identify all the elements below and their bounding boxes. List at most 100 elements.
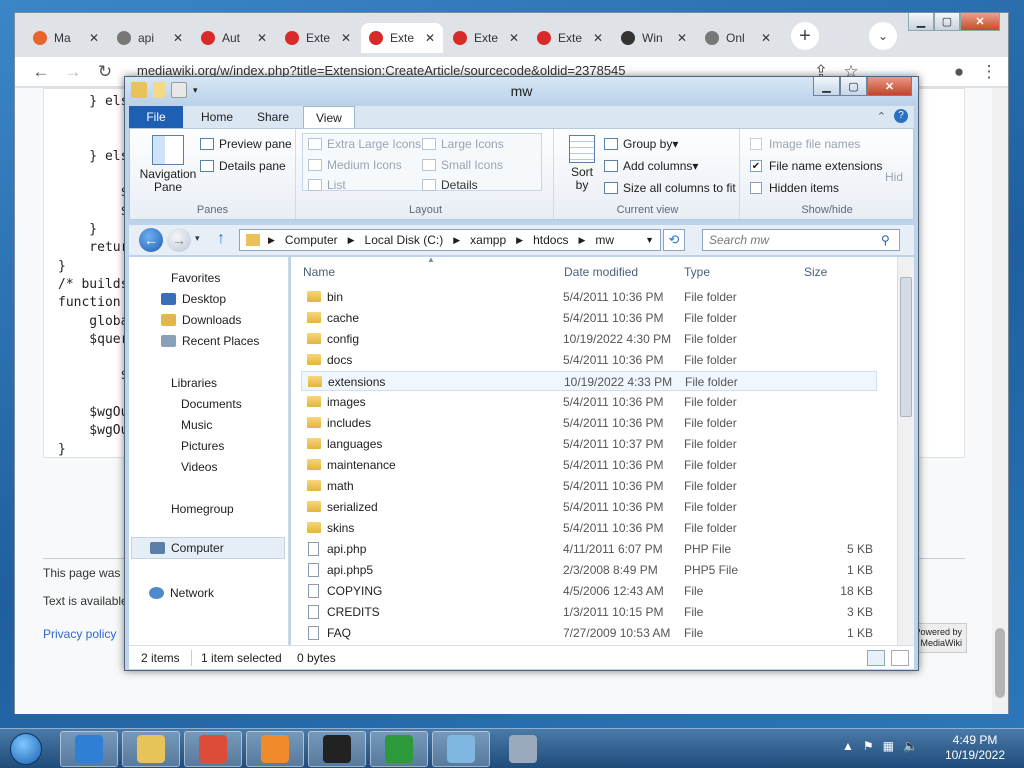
file-row[interactable]: maintenance 5/4/2011 10:36 PM File folder [301,455,877,475]
taskbar-app-button[interactable] [184,731,242,767]
refresh-icon[interactable]: ⟲ [663,229,685,251]
close-tab-icon[interactable]: ✕ [257,31,267,45]
browser-tab[interactable]: api ✕ [109,23,191,53]
taskbar-app-button[interactable] [432,731,490,767]
nav-homegroup[interactable]: Homegroup [171,502,234,516]
browser-tab[interactable]: Exte ✕ [277,23,359,53]
tab-file[interactable]: File [129,106,183,128]
file-row[interactable]: extensions 10/19/2022 4:33 PM File folder [301,371,877,391]
file-row[interactable]: includes 5/4/2011 10:36 PM File folder [301,413,877,433]
column-size[interactable]: Size [804,265,827,279]
large-icons-view-icon[interactable] [891,650,909,666]
breadcrumb-computer[interactable]: Computer [285,233,338,247]
close-tab-icon[interactable]: ✕ [509,31,519,45]
breadcrumb-local-disk[interactable]: Local Disk (C:) [365,233,444,247]
group-by-button[interactable]: Group by ▾ [604,137,678,151]
browser-tab[interactable]: Aut ✕ [193,23,275,53]
nav-favorites[interactable]: Favorites [171,271,220,285]
hide-selected-button[interactable]: Hid [885,170,903,184]
close-button[interactable]: ✕ [867,77,912,96]
navigation-pane-button[interactable]: Navigation Pane [138,135,198,194]
taskbar-app-button[interactable] [370,731,428,767]
tab-search-button[interactable]: ⌄ [869,22,897,50]
address-bar[interactable]: ▶ Computer ▶ Local Disk (C:) ▶ xampp ▶ h… [239,229,661,251]
tab-share[interactable]: Share [245,106,301,128]
file-row[interactable]: api.php 4/11/2011 6:07 PM PHP File 5 KB [301,539,877,559]
browser-tab[interactable]: Win ✕ [613,23,695,53]
new-tab-button[interactable]: + [791,22,819,50]
minimize-button[interactable]: ▁ [908,13,934,31]
breadcrumb-htdocs[interactable]: htdocs [533,233,568,247]
nav-recent-places[interactable]: Recent Places [161,334,259,348]
show-hidden-icons[interactable]: ▲ [842,739,854,753]
nav-pictures[interactable]: Pictures [181,439,224,453]
taskbar-app-button[interactable] [246,731,304,767]
network-icon[interactable]: ▦ [883,739,894,753]
taskbar-app-button[interactable] [308,731,366,767]
forward-arrow-icon[interactable]: → [167,228,191,252]
file-name-extensions-checkbox[interactable]: ✔ File name extensions [750,159,882,173]
large-icons-option[interactable]: Large Icons [422,137,504,151]
nav-desktop[interactable]: Desktop [161,292,226,306]
minimize-ribbon-icon[interactable]: ⌃ [877,110,886,123]
tab-view[interactable]: View [303,106,355,128]
recent-locations-icon[interactable]: ▾ [195,233,200,244]
action-center-flag-icon[interactable]: ⚑ [863,739,874,753]
clock[interactable]: 4:49 PM 10/19/2022 [940,733,1010,763]
close-tab-icon[interactable]: ✕ [89,31,99,45]
file-row[interactable]: languages 5/4/2011 10:37 PM File folder [301,434,877,454]
hidden-items-checkbox[interactable]: Hidden items [750,181,839,195]
file-row[interactable]: math 5/4/2011 10:36 PM File folder [301,476,877,496]
file-row[interactable]: bin 5/4/2011 10:36 PM File folder [301,287,877,307]
add-columns-button[interactable]: Add columns ▾ [604,159,698,173]
list-option[interactable]: List [308,178,346,192]
nav-documents[interactable]: Documents [181,397,242,411]
size-all-columns-button[interactable]: Size all columns to fit [604,181,736,195]
search-input[interactable]: Search mw [702,229,900,251]
close-tab-icon[interactable]: ✕ [593,31,603,45]
file-row[interactable]: api.php5 2/3/2008 8:49 PM PHP5 File 1 KB [301,560,877,580]
page-scrollbar-thumb[interactable] [995,628,1005,698]
up-arrow-icon[interactable]: ↑ [217,230,225,248]
forward-icon[interactable]: → [63,62,83,82]
details-view-icon[interactable] [867,650,885,666]
search-icon[interactable]: ⚲ [881,233,890,247]
maximize-button[interactable]: ▢ [934,13,960,31]
close-button[interactable]: ✕ [960,13,1000,31]
page-scrollbar[interactable] [992,88,1008,714]
breadcrumb-xampp[interactable]: xampp [470,233,506,247]
preview-pane-button[interactable]: Preview pane [200,137,292,151]
nav-computer[interactable]: Computer [131,537,285,559]
file-row[interactable]: config 10/19/2022 4:30 PM File folder [301,329,877,349]
tab-home[interactable]: Home [189,106,245,128]
extra-large-icons-option[interactable]: Extra Large Icons [308,137,421,151]
browser-tab[interactable]: Ma ✕ [25,23,107,53]
column-name[interactable]: Name [303,265,335,279]
nav-network[interactable]: Network [149,586,214,600]
address-dropdown-icon[interactable]: ▼ [645,235,654,245]
close-tab-icon[interactable]: ✕ [761,31,771,45]
close-tab-icon[interactable]: ✕ [425,31,435,45]
nav-music[interactable]: Music [181,418,212,432]
profile-icon[interactable]: ● [949,62,969,82]
details-option[interactable]: Details [422,178,478,192]
file-row[interactable]: COPYING 4/5/2006 12:43 AM File 18 KB [301,581,877,601]
file-row[interactable]: serialized 5/4/2011 10:36 PM File folder [301,497,877,517]
file-row[interactable]: skins 5/4/2011 10:36 PM File folder [301,518,877,538]
close-tab-icon[interactable]: ✕ [173,31,183,45]
column-date-modified[interactable]: Date modified [564,265,638,279]
browser-tab[interactable]: Exte ✕ [529,23,611,53]
file-row[interactable]: cache 5/4/2011 10:36 PM File folder [301,308,877,328]
taskbar-app-button[interactable] [60,731,118,767]
privacy-policy-link[interactable]: Privacy policy [43,627,116,641]
small-icons-option[interactable]: Small Icons [422,158,503,172]
file-row[interactable]: CREDITS 1/3/2011 10:15 PM File 3 KB [301,602,877,622]
file-row[interactable]: FAQ 7/27/2009 10:53 AM File 1 KB [301,623,877,643]
browser-tab[interactable]: Onl ✕ [697,23,779,53]
back-arrow-icon[interactable]: ← [139,228,163,252]
maximize-button[interactable]: ▢ [840,77,867,96]
browser-tab[interactable]: Exte ✕ [445,23,527,53]
taskbar-app-button[interactable] [494,731,552,767]
volume-icon[interactable]: 🔈 [903,739,918,753]
reload-icon[interactable]: ↻ [95,62,115,82]
